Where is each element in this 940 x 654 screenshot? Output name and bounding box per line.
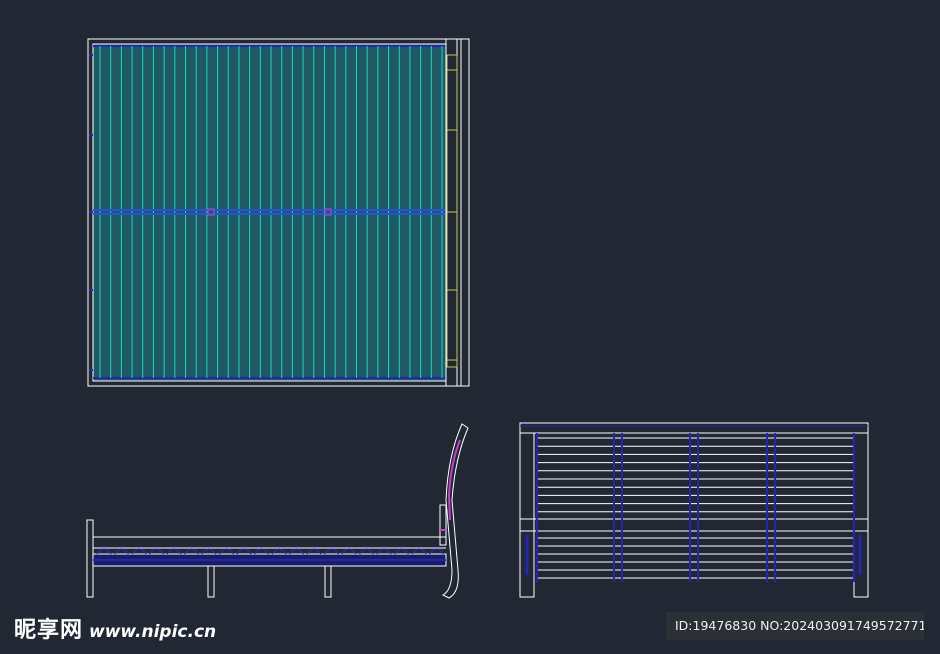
side-slat-profile	[323, 548, 340, 555]
watermark-logo: 昵享网	[14, 618, 84, 643]
side-slat-profile	[113, 548, 130, 555]
watermark-url: www.nipic.cn	[89, 622, 217, 642]
side-slat-profile	[166, 548, 182, 555]
side-slat-profile	[358, 548, 375, 555]
side-slat-profile	[271, 548, 287, 555]
side-footboard-post	[86, 519, 94, 598]
side-slat-profile	[131, 548, 147, 555]
side-slat-profile	[236, 548, 252, 555]
side-slat-profile	[148, 548, 165, 555]
side-slat-profile	[306, 548, 322, 555]
side-slat-profile	[253, 548, 270, 555]
side-center-leg	[207, 565, 215, 598]
side-slat-profile	[376, 548, 392, 555]
side-slat-profile	[201, 548, 217, 555]
side-slat-profile	[96, 548, 112, 555]
bed-side-elevation	[86, 423, 469, 599]
image-id-bar: ID:19476830 NO:20240309174957277101	[666, 612, 924, 640]
end-top-rail	[519, 422, 869, 434]
image-id-text: ID:19476830 NO:20240309174957277101	[675, 618, 924, 633]
side-slat-profile	[218, 548, 235, 555]
side-center-leg	[324, 565, 332, 598]
side-slat-profile	[183, 548, 200, 555]
plan-headboard-detail	[446, 54, 458, 368]
end-mid-rail	[519, 518, 869, 532]
side-slat-profile	[341, 548, 357, 555]
side-slat-profile	[411, 548, 427, 555]
side-slat-profile	[428, 548, 445, 555]
plan-slat-area	[92, 43, 447, 382]
cad-drawing	[86, 38, 869, 599]
side-slat-profile	[393, 548, 410, 555]
bed-plan-view	[87, 38, 470, 387]
side-headboard-post	[439, 504, 447, 546]
bed-end-elevation	[519, 422, 869, 598]
site-watermark: 昵享网 www.nipic.cn	[14, 612, 216, 644]
side-slat-profile	[288, 548, 305, 555]
